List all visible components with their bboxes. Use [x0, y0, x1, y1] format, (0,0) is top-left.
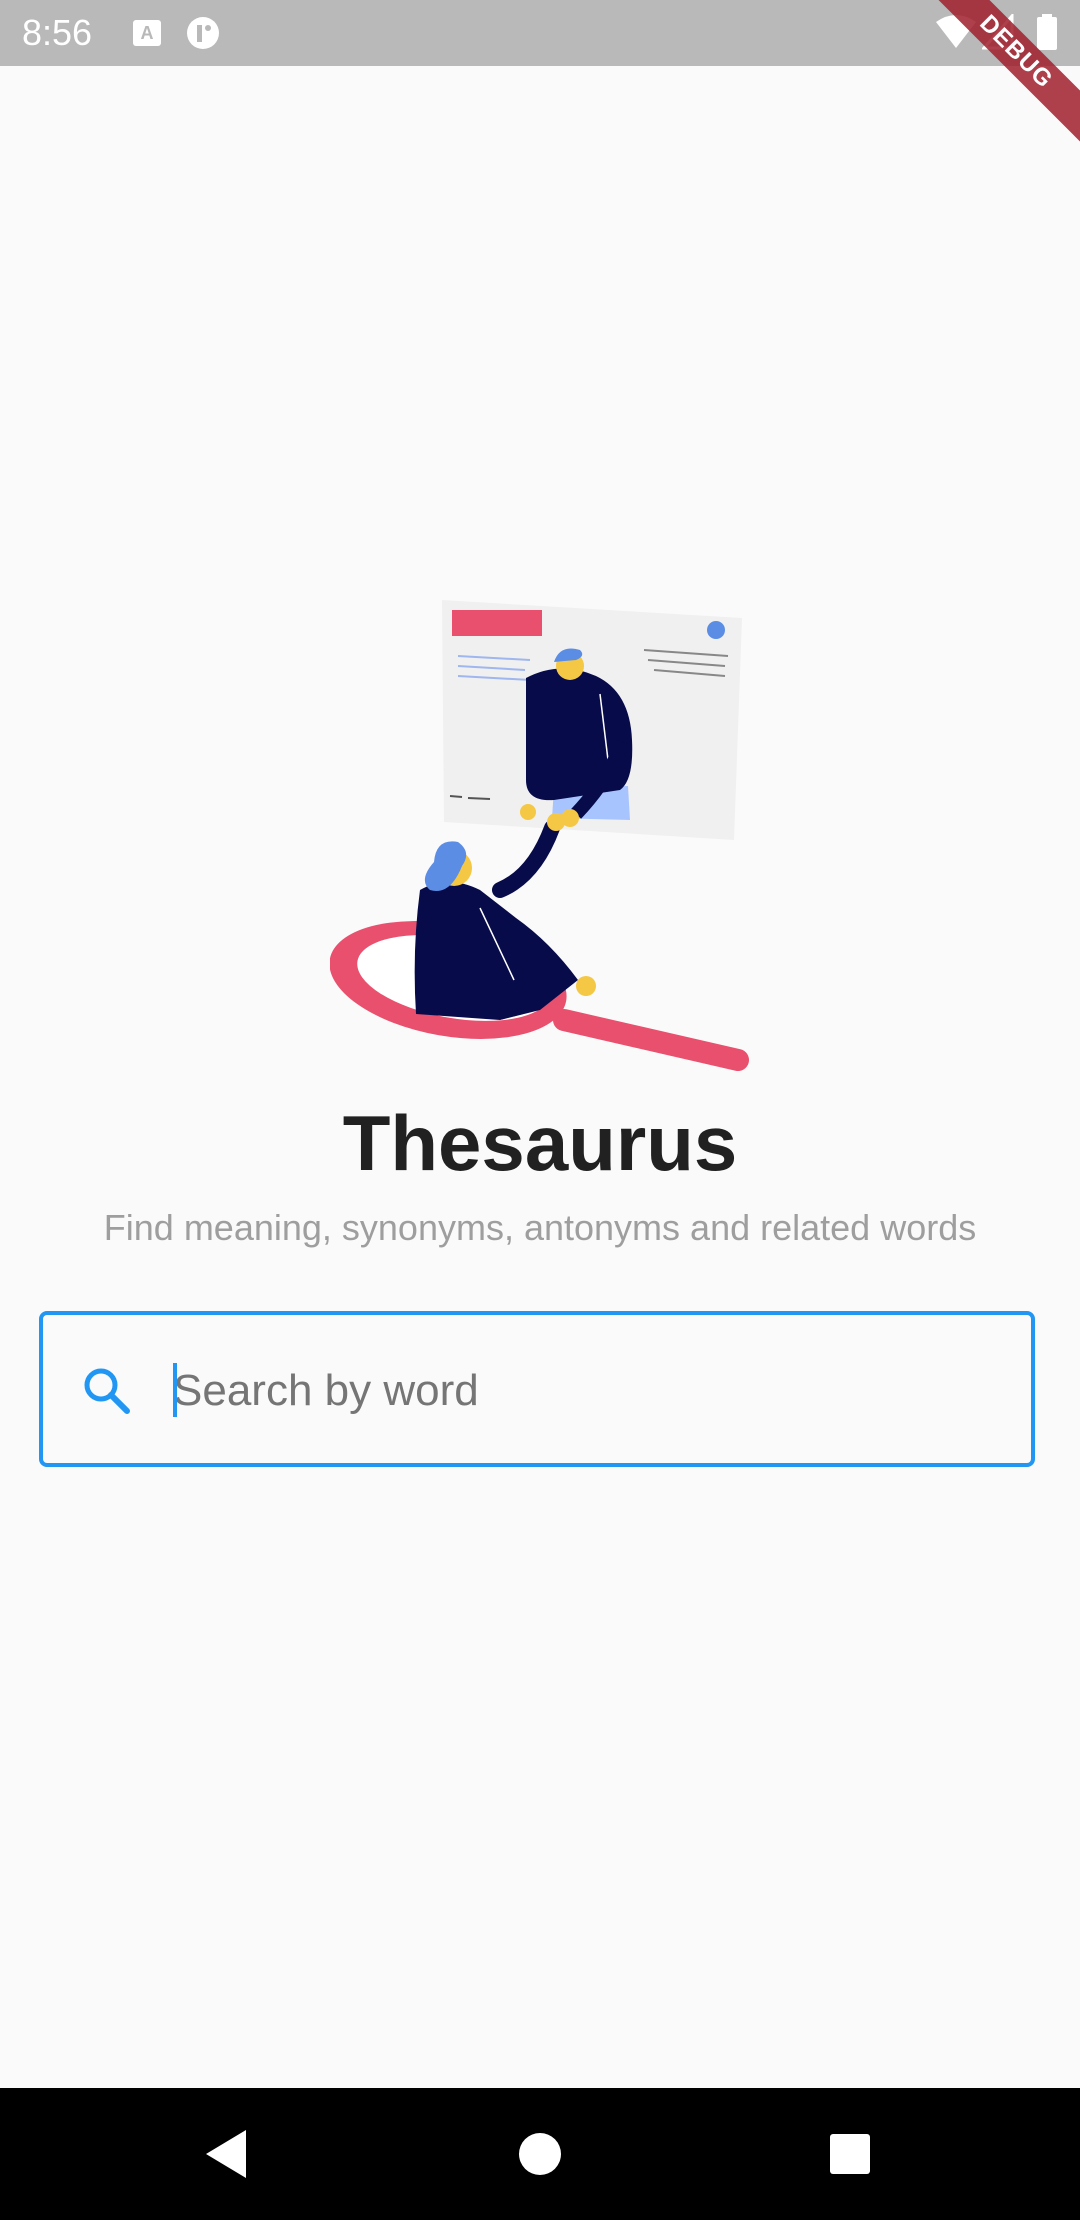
search-field[interactable] [39, 1311, 1035, 1467]
app-notification-icon [187, 17, 219, 49]
recents-icon[interactable] [814, 2118, 886, 2190]
people-handshake-magnifier-illustration [330, 600, 749, 1071]
status-time: 8:56 [22, 12, 93, 53]
navigation-bar [0, 2088, 1080, 2220]
home-icon[interactable] [504, 2118, 576, 2190]
wifi-icon [936, 15, 976, 48]
keyboard-a-icon: A [133, 20, 161, 46]
text-caret [173, 1363, 177, 1417]
svg-text:A: A [141, 23, 154, 43]
page-subtitle: Find meaning, synonyms, antonyms and rel… [103, 1207, 977, 1248]
cell-signal-icon [982, 14, 1014, 50]
back-icon[interactable] [190, 2118, 262, 2190]
status-bar: 8:56 A [0, 0, 1080, 66]
battery-icon [1037, 14, 1057, 50]
search-icon [84, 1368, 130, 1414]
page-title: Thesaurus [342, 1099, 738, 1187]
search-input[interactable] [171, 1345, 995, 1437]
